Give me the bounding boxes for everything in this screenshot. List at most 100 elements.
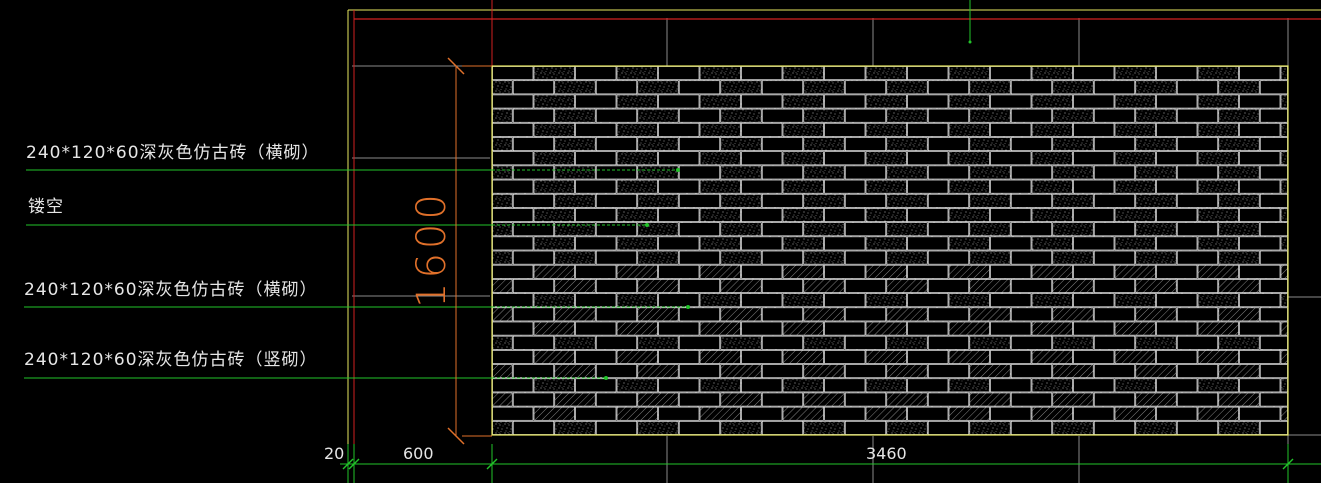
hollow-brick <box>678 392 721 407</box>
hollow-brick <box>1176 335 1219 350</box>
brick <box>782 321 824 336</box>
brick <box>1218 335 1260 350</box>
hollow-brick <box>1010 108 1053 123</box>
hollow-brick <box>1010 335 1053 350</box>
brick <box>1031 66 1073 81</box>
brick <box>782 378 824 393</box>
hollow-brick <box>824 208 866 222</box>
brick <box>865 151 907 166</box>
brick <box>1197 66 1239 81</box>
brick <box>637 137 679 152</box>
hollow-brick <box>761 165 804 180</box>
dimension-width-text: 3460 <box>866 444 907 463</box>
hollow-brick <box>595 250 638 265</box>
brick <box>1135 193 1177 208</box>
brick <box>969 420 1011 435</box>
hollow-brick <box>1156 236 1198 251</box>
hollow-brick <box>575 321 617 336</box>
hollow-brick <box>1239 293 1281 308</box>
hollow-brick <box>575 208 617 222</box>
hollow-brick <box>658 378 700 393</box>
hollow-brick <box>844 364 887 379</box>
brick <box>1197 122 1239 137</box>
brick <box>1135 222 1177 237</box>
hollow-brick <box>741 321 783 336</box>
brick <box>782 94 824 109</box>
hollow-brick <box>678 420 721 435</box>
hollow-brick <box>1156 349 1198 364</box>
hollow-brick <box>1093 80 1136 95</box>
hollow-brick <box>1259 392 1288 407</box>
brick <box>533 94 575 109</box>
hollow-brick <box>1093 108 1136 123</box>
brick <box>1052 80 1094 95</box>
hollow-brick <box>907 208 949 222</box>
hollow-brick <box>1073 264 1115 279</box>
brick <box>1135 80 1177 95</box>
hollow-brick <box>741 378 783 393</box>
brick <box>492 335 513 350</box>
brick <box>616 349 658 364</box>
brick <box>616 66 658 81</box>
hollow-brick <box>824 349 866 364</box>
hollow-brick <box>1010 420 1053 435</box>
hollow-brick <box>575 236 617 251</box>
brick <box>492 80 513 95</box>
hollow-brick <box>1156 66 1198 81</box>
brick <box>803 137 845 152</box>
brick <box>1114 406 1156 421</box>
hollow-brick <box>1176 108 1219 123</box>
hollow-brick <box>1073 66 1115 81</box>
leader-dot <box>686 305 690 309</box>
hollow-brick <box>741 264 783 279</box>
brick <box>720 420 762 435</box>
brick <box>865 208 907 222</box>
hollow-brick <box>741 94 783 109</box>
brick <box>886 222 928 237</box>
hollow-brick <box>1259 108 1288 123</box>
brick <box>1114 321 1156 336</box>
brick <box>1218 80 1260 95</box>
hollow-brick <box>678 364 721 379</box>
hollow-brick <box>595 420 638 435</box>
hollow-brick <box>927 137 970 152</box>
hollow-brick <box>492 66 534 81</box>
hollow-brick <box>575 349 617 364</box>
brick <box>720 222 762 237</box>
brick <box>865 236 907 251</box>
hollow-brick <box>595 80 638 95</box>
brick <box>948 236 990 251</box>
brick <box>1052 222 1094 237</box>
hollow-brick <box>1073 151 1115 166</box>
hollow-brick <box>824 94 866 109</box>
brick <box>533 208 575 222</box>
hollow-brick <box>1010 137 1053 152</box>
hollow-brick <box>658 293 700 308</box>
hollow-brick <box>1259 420 1288 435</box>
hollow-brick <box>1259 250 1288 265</box>
hollow-brick <box>1239 122 1281 137</box>
hollow-brick <box>907 94 949 109</box>
hollow-brick <box>1176 80 1219 95</box>
hollow-brick <box>990 378 1032 393</box>
brick <box>533 378 575 393</box>
brick <box>554 108 596 123</box>
hollow-brick <box>1259 222 1288 237</box>
annotation-brick-horizontal-upper: 240*120*60深灰色仿古砖（横砌） <box>26 143 320 163</box>
brick <box>1031 406 1073 421</box>
brick <box>554 392 596 407</box>
brick <box>720 108 762 123</box>
hollow-brick <box>492 208 534 222</box>
hollow-brick <box>741 236 783 251</box>
hollow-brick <box>844 307 887 322</box>
hollow-brick <box>1073 236 1115 251</box>
brick <box>1218 364 1260 379</box>
hollow-brick <box>1176 250 1219 265</box>
brick <box>533 151 575 166</box>
brick <box>1114 236 1156 251</box>
brick <box>616 406 658 421</box>
leader-dot <box>676 168 680 172</box>
hollow-brick <box>512 364 555 379</box>
brick <box>554 250 596 265</box>
hollow-brick <box>658 151 700 166</box>
